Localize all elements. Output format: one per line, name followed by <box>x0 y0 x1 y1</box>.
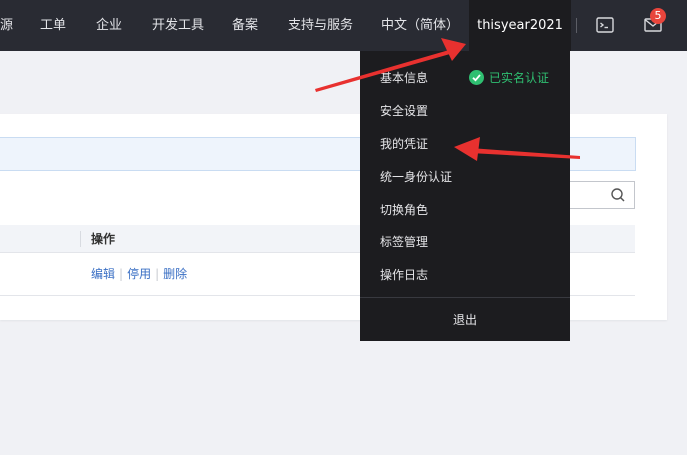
nav-item-language[interactable]: 中文（简体） <box>381 0 459 51</box>
delete-link[interactable]: 删除 <box>163 267 187 281</box>
verified-status: 已实名认证 <box>469 68 549 88</box>
verified-label: 已实名认证 <box>489 71 550 85</box>
logout-button[interactable]: 退出 <box>360 310 570 330</box>
nav-item-support[interactable]: 支持与服务 <box>288 0 353 51</box>
user-account-tab[interactable]: thisyear2021 <box>469 0 571 51</box>
menu-item-my-credentials[interactable]: 我的凭证 <box>380 134 428 154</box>
nav-item-dev-tools[interactable]: 开发工具 <box>152 0 204 51</box>
terminal-icon[interactable] <box>595 15 615 35</box>
menu-item-security-settings[interactable]: 安全设置 <box>380 101 428 121</box>
nav-separator <box>576 18 577 33</box>
menu-item-unified-identity[interactable]: 统一身份认证 <box>380 167 452 187</box>
menu-item-switch-role[interactable]: 切换角色 <box>380 200 428 220</box>
menu-item-basic-info[interactable]: 基本信息 <box>380 68 428 88</box>
link-separator: | <box>155 267 160 281</box>
user-dropdown-menu: 基本信息 已实名认证 安全设置 我的凭证 统一身份认证 切换角色 标签管理 操作… <box>360 51 570 341</box>
disable-link[interactable]: 停用 <box>127 267 151 281</box>
nav-item-resources[interactable]: 源 <box>0 0 13 51</box>
mail-count-badge: 5 <box>650 8 666 24</box>
search-input[interactable] <box>560 181 635 209</box>
nav-item-tickets[interactable]: 工单 <box>40 0 66 51</box>
row-action-links: 编辑 | 停用 | 删除 <box>91 265 187 283</box>
column-header-actions: 操作 <box>91 232 116 246</box>
edit-link[interactable]: 编辑 <box>91 267 115 281</box>
nav-item-filing[interactable]: 备案 <box>232 0 258 51</box>
link-separator: | <box>119 267 124 281</box>
nav-item-enterprise[interactable]: 企业 <box>96 0 122 51</box>
menu-divider <box>360 297 570 298</box>
menu-item-tag-management[interactable]: 标签管理 <box>380 232 428 252</box>
column-divider <box>80 231 81 247</box>
menu-item-operation-log[interactable]: 操作日志 <box>380 265 428 285</box>
top-navigation-bar: 源 工单 企业 开发工具 备案 支持与服务 中文（简体） thisyear202… <box>0 0 687 51</box>
check-circle-icon <box>469 70 484 85</box>
search-icon[interactable] <box>610 187 626 203</box>
